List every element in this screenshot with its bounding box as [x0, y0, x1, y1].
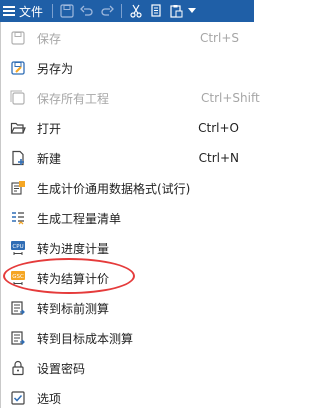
menu-item-generate-quantity-list[interactable]: 生成工程量清单 — [1, 203, 255, 233]
svg-text:CPU: CPU — [12, 244, 23, 250]
menu-item-label: 转为进度计量 — [37, 241, 110, 256]
copy-icon[interactable] — [146, 0, 166, 22]
menu-item-label: 另存为 — [37, 61, 74, 76]
dropdown-icon[interactable] — [186, 0, 198, 22]
redo-icon[interactable] — [97, 0, 117, 22]
menu-item-label: 选项 — [37, 391, 62, 406]
menu-item-label: 生成计价通用数据格式(试行) — [37, 181, 191, 196]
save-icon[interactable] — [57, 0, 77, 22]
menu-item-label: 保存所有工程 — [37, 91, 110, 106]
menu-item-label: 保存 — [37, 31, 62, 46]
lock-icon — [10, 360, 26, 376]
menu-item-save[interactable]: 保存 Ctrl+S — [1, 23, 255, 53]
menu-item-label: 打开 — [37, 121, 62, 136]
settlement-icon: GSC — [10, 270, 26, 286]
toolbar-divider — [121, 4, 123, 18]
file-menu-label: 文件 — [19, 4, 44, 19]
file-dropdown-menu: 保存 Ctrl+S 另存为 保存所有工程 Ctrl+Shift 打开 Ctrl+… — [0, 22, 260, 408]
menu-item-label: 新建 — [37, 151, 62, 166]
menu-item-label: 转到标前测算 — [37, 301, 110, 316]
menu-item-progress-measure[interactable]: CPU 转为进度计量 — [1, 233, 255, 263]
paste-icon[interactable] — [166, 0, 186, 22]
menu-item-options[interactable]: 选项 — [1, 383, 255, 413]
undo-icon[interactable] — [77, 0, 97, 22]
menu-item-shortcut: Ctrl+O — [198, 121, 239, 135]
new-file-icon — [10, 150, 26, 166]
menu-item-shortcut: Ctrl+N — [198, 151, 239, 165]
progress-measure-icon: CPU — [10, 240, 26, 256]
toolbar-divider — [52, 4, 54, 18]
menu-item-shortcut: Ctrl+Shift — [201, 91, 260, 105]
menu-item-target-cost-estimate[interactable]: 转到目标成本测算 — [1, 323, 255, 353]
menu-item-label: 转为结算计价 — [37, 271, 110, 286]
save-as-icon — [10, 60, 26, 76]
save-all-icon — [10, 90, 26, 106]
menu-item-set-password[interactable]: 设置密码 — [1, 353, 255, 383]
menu-item-label: 生成工程量清单 — [37, 211, 122, 226]
menu-item-save-as[interactable]: 另存为 — [1, 53, 255, 83]
svg-text:GSC: GSC — [12, 274, 24, 280]
save-icon — [10, 30, 26, 46]
cut-icon[interactable] — [126, 0, 146, 22]
target-cost-icon — [10, 330, 26, 346]
open-folder-icon — [10, 120, 26, 136]
menu-item-save-all[interactable]: 保存所有工程 Ctrl+Shift — [1, 83, 260, 113]
file-menu-button[interactable]: 文件 — [0, 0, 48, 22]
options-icon — [10, 390, 26, 406]
menu-item-settlement[interactable]: GSC 转为结算计价 — [1, 263, 255, 293]
quantity-list-icon — [10, 210, 26, 226]
menu-item-open[interactable]: 打开 Ctrl+O — [1, 113, 255, 143]
menu-item-pre-bid-estimate[interactable]: 转到标前测算 — [1, 293, 255, 323]
menu-item-new[interactable]: 新建 Ctrl+N — [1, 143, 255, 173]
quick-access-toolbar: 文件 — [0, 0, 254, 22]
generate-data-icon — [10, 180, 26, 196]
menu-item-label: 设置密码 — [37, 361, 86, 376]
menu-item-generate-data-format[interactable]: 生成计价通用数据格式(试行) — [1, 173, 255, 203]
pre-bid-icon — [10, 300, 26, 316]
menu-item-shortcut: Ctrl+S — [199, 31, 239, 45]
menu-lines-icon — [3, 6, 15, 16]
menu-item-label: 转到目标成本测算 — [37, 331, 134, 346]
